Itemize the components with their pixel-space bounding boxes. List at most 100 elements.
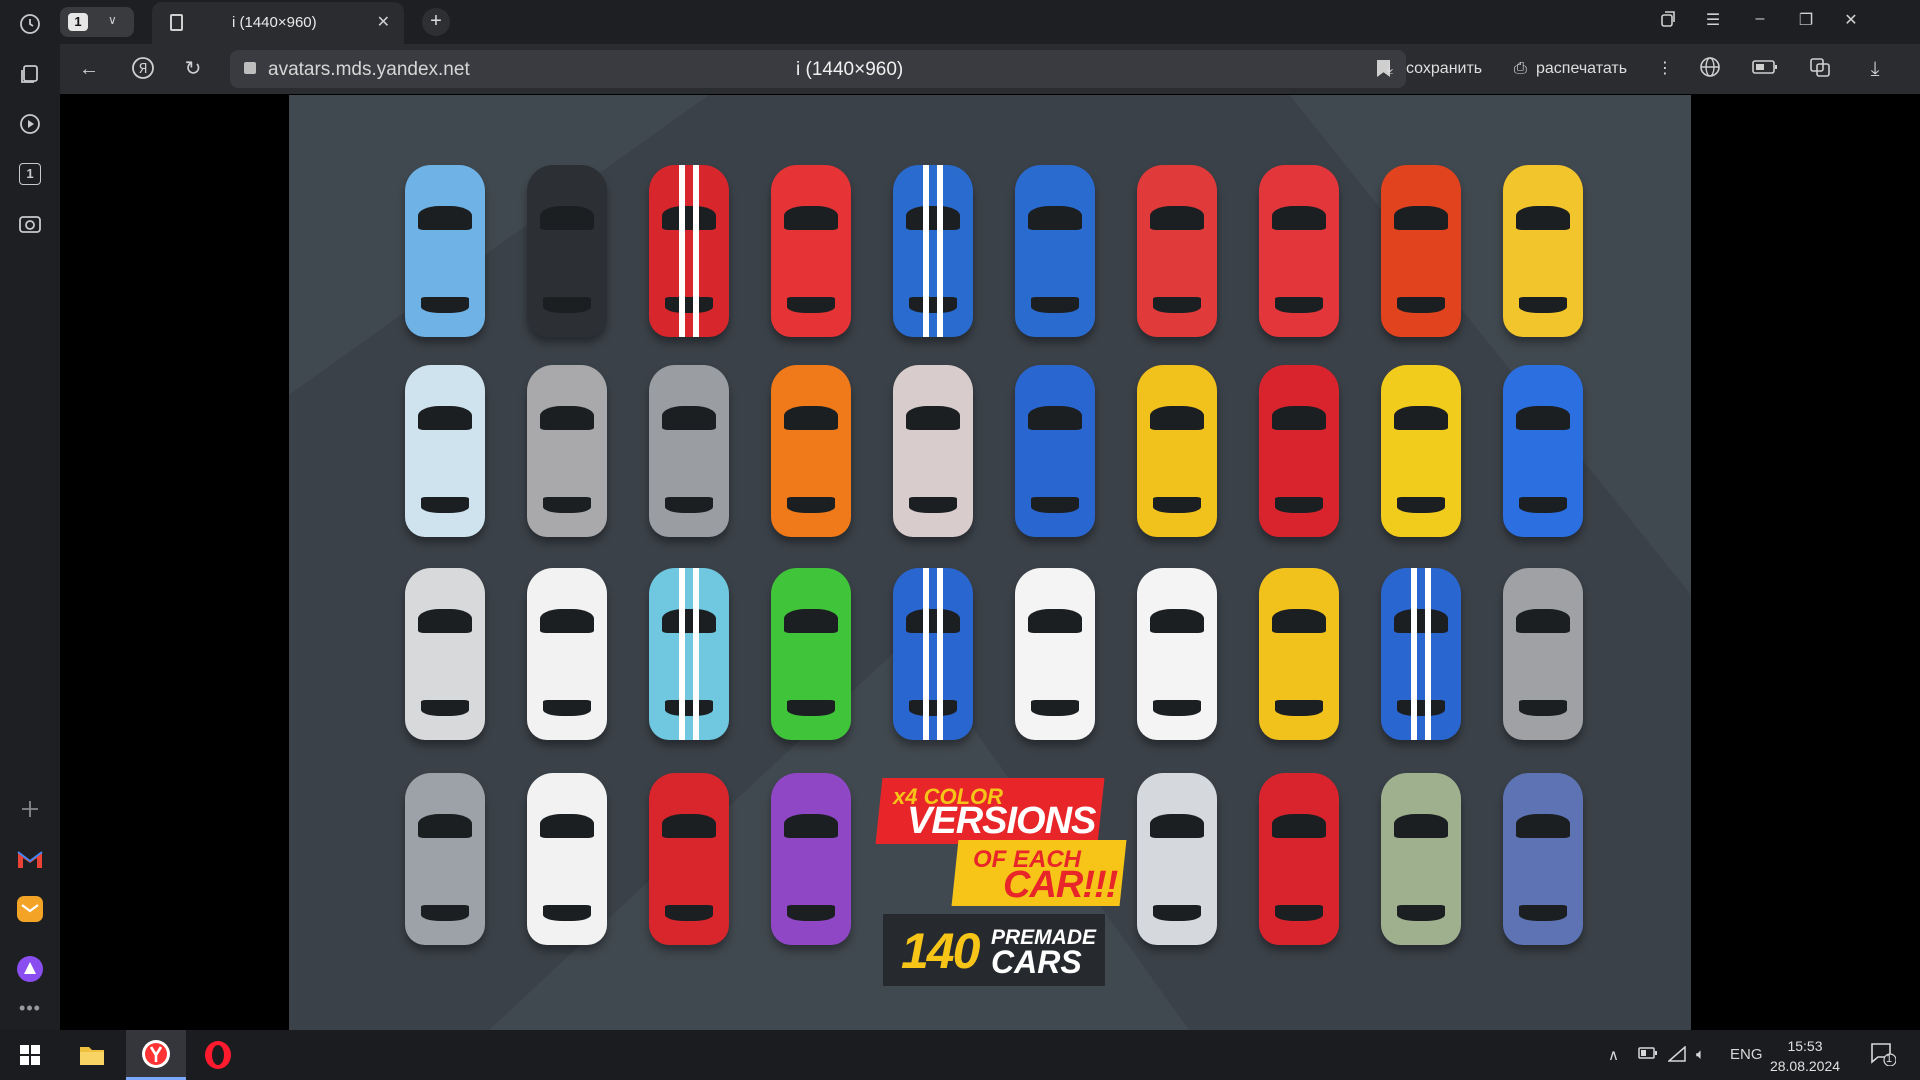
car-windshield <box>1515 609 1571 634</box>
car-rear-window <box>1031 297 1079 313</box>
car-windshield <box>1393 206 1449 231</box>
tabs-counter-icon[interactable]: 1 <box>14 158 46 190</box>
title-bar: 1 ∨ i (1440×960) ✕ + ☰ – ❐ ✕ <box>60 0 1920 44</box>
car-illustration <box>527 568 607 740</box>
car-illustration <box>527 773 607 945</box>
notifications-icon[interactable]: 1 <box>1870 1042 1897 1070</box>
car-illustration <box>893 568 973 740</box>
alice-icon[interactable] <box>14 953 46 985</box>
car-racing-stripe <box>923 165 943 337</box>
more-actions-icon[interactable]: ⋮ <box>1657 54 1673 84</box>
new-tab-button[interactable]: + <box>422 8 450 36</box>
opera-icon[interactable] <box>188 1030 248 1080</box>
car-windshield <box>417 406 473 431</box>
car-illustration <box>1015 568 1095 740</box>
car-rear-window <box>421 497 469 513</box>
screenshot-icon[interactable] <box>14 208 46 240</box>
car-windshield <box>1149 814 1205 839</box>
promo-count: 140 <box>901 923 980 979</box>
car-windshield <box>1027 406 1083 431</box>
car-windshield <box>417 814 473 839</box>
history-icon[interactable] <box>14 8 46 40</box>
clock-date: 28.08.2024 <box>1769 1058 1841 1074</box>
back-icon[interactable]: ← <box>76 56 102 82</box>
car-rear-window <box>1153 700 1201 716</box>
car-windshield <box>661 406 717 431</box>
car-rear-window <box>421 905 469 921</box>
car-rear-window <box>421 700 469 716</box>
car-illustration <box>527 365 607 537</box>
car-windshield <box>1027 609 1083 634</box>
tab-manager-icon[interactable] <box>1655 10 1681 33</box>
close-window-icon[interactable]: ✕ <box>1838 10 1864 30</box>
car-windshield <box>1149 206 1205 231</box>
lock-icon <box>244 62 256 74</box>
car-windshield <box>783 206 839 231</box>
chevron-down-icon: ∨ <box>108 13 117 27</box>
car-windshield <box>1271 406 1327 431</box>
car-windshield <box>661 814 717 839</box>
video-icon[interactable] <box>14 108 46 140</box>
car-windshield <box>905 406 961 431</box>
print-label: распечатать <box>1536 60 1628 77</box>
battery-icon[interactable] <box>1638 1046 1658 1064</box>
car-rear-window <box>787 700 835 716</box>
restore-icon[interactable]: ❐ <box>1793 10 1819 30</box>
more-icon[interactable]: ••• <box>14 992 46 1024</box>
minimize-icon[interactable]: – <box>1747 10 1773 28</box>
car-illustration <box>1137 365 1217 537</box>
globe-icon[interactable] <box>1697 56 1723 82</box>
car-windshield <box>1149 609 1205 634</box>
car-illustration <box>405 165 485 337</box>
car-illustration <box>893 365 973 537</box>
save-button[interactable]: ⤓ сохранить <box>1382 54 1482 84</box>
menu-icon[interactable]: ☰ <box>1700 10 1726 30</box>
file-explorer-icon[interactable] <box>62 1030 122 1080</box>
car-illustration <box>771 568 851 740</box>
collections-icon[interactable] <box>14 58 46 90</box>
car-illustration <box>1259 165 1339 337</box>
car-windshield <box>1271 206 1327 231</box>
yandex-home-icon[interactable]: Я <box>130 56 156 82</box>
network-icon[interactable] <box>1667 1045 1686 1066</box>
car-illustration <box>771 165 851 337</box>
battery-saver-icon[interactable] <box>1752 56 1778 82</box>
car-illustration <box>1503 568 1583 740</box>
car-rear-window <box>1031 497 1079 513</box>
volume-icon[interactable]: 🔈︎ <box>1696 1046 1705 1063</box>
print-button[interactable]: ⎙ распечатать <box>1512 54 1627 84</box>
car-windshield <box>539 406 595 431</box>
language-indicator[interactable]: ENG <box>1730 1046 1763 1063</box>
car-illustration <box>1503 365 1583 537</box>
mail-icon[interactable] <box>14 893 46 925</box>
reload-icon[interactable]: ↻ <box>180 56 206 82</box>
car-rear-window <box>665 905 713 921</box>
car-rear-window <box>1397 297 1445 313</box>
clock[interactable]: 15:53 28.08.2024 <box>1762 1036 1848 1076</box>
car-illustration <box>1259 568 1339 740</box>
car-illustration <box>771 365 851 537</box>
add-icon[interactable] <box>14 793 46 825</box>
address-bar[interactable]: avatars.mds.yandex.net i (1440×960) <box>230 50 1406 88</box>
active-tab[interactable]: i (1440×960) ✕ <box>152 2 404 44</box>
car-rear-window <box>543 905 591 921</box>
svg-text:Я: Я <box>138 62 147 77</box>
windows-start-icon[interactable] <box>0 1030 60 1080</box>
show-hidden-icons-icon[interactable]: ∧ <box>1608 1046 1619 1064</box>
car-windshield <box>1271 609 1327 634</box>
tab-counter-button[interactable]: 1 ∨ <box>60 7 134 37</box>
printer-icon: ⎙ <box>1514 60 1527 77</box>
car-rear-window <box>1153 297 1201 313</box>
car-illustration <box>771 773 851 945</box>
translate-icon[interactable] <box>1807 56 1833 82</box>
save-label: сохранить <box>1406 60 1483 77</box>
car-windshield <box>539 814 595 839</box>
downloads-icon[interactable]: ⤓ <box>1862 56 1888 82</box>
car-illustration <box>1503 773 1583 945</box>
car-illustration <box>1137 773 1217 945</box>
url-host: avatars.mds.yandex.net <box>268 59 470 80</box>
car-illustration <box>649 365 729 537</box>
yandex-browser-icon[interactable] <box>126 1030 186 1080</box>
gmail-icon[interactable] <box>14 843 46 875</box>
close-tab-icon[interactable]: ✕ <box>377 12 390 32</box>
